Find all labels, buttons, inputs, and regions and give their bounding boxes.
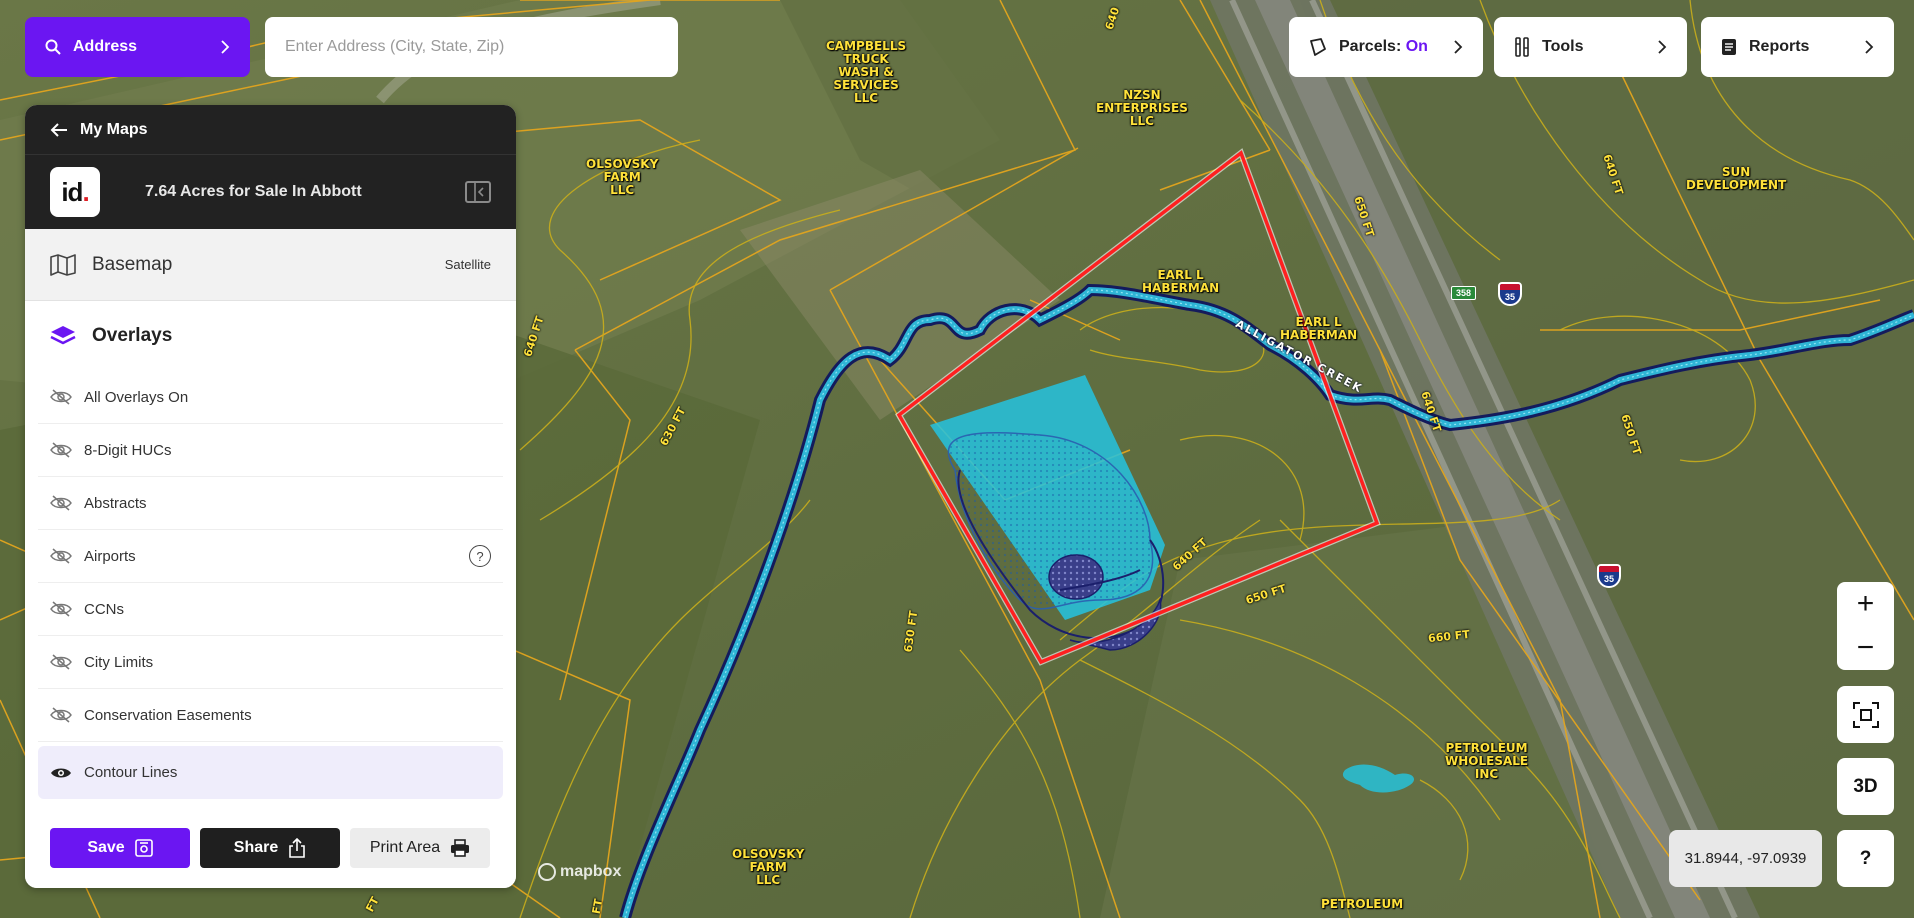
overlay-item-conservation-easements[interactable]: Conservation Easements [38, 689, 503, 742]
collapse-panel-icon[interactable] [465, 181, 491, 203]
eye-off-icon [50, 654, 72, 670]
map-title: 7.64 Acres for Sale In Abbott [145, 183, 362, 200]
overlay-item-label: City Limits [84, 653, 154, 671]
printer-icon [451, 839, 470, 857]
share-icon [289, 838, 306, 858]
contour-label: FT [589, 897, 606, 916]
back-label: My Maps [80, 120, 148, 138]
parcels-state: On [1405, 38, 1428, 55]
interstate-shield: 35 [1498, 282, 1522, 306]
chevron-right-icon [1658, 40, 1667, 54]
address-search-input[interactable] [265, 17, 678, 77]
back-to-my-maps-button[interactable]: My Maps [25, 105, 516, 155]
state-highway-shield: 358 [1451, 286, 1477, 300]
print-area-button[interactable]: Print Area [350, 828, 490, 868]
mapbox-attribution[interactable]: mapbox [538, 863, 621, 881]
overlay-item-ccns[interactable]: CCNs [38, 583, 503, 636]
parcel-shape-icon [1310, 38, 1326, 56]
3d-toggle-button[interactable]: 3D [1837, 758, 1894, 815]
map-layers-panel: My Maps id. 7.64 Acres for Sale In Abbot… [25, 105, 516, 888]
basemap-selector[interactable]: Basemap Satellite [25, 229, 516, 301]
zoom-controls: + − [1837, 582, 1894, 670]
overlay-item-label: All Overlays On [84, 388, 189, 406]
eye-off-icon [50, 389, 72, 405]
owner-label: OLSOVSKY FARM LLC [732, 847, 805, 887]
overlay-item-label: Contour Lines [84, 764, 178, 781]
overlay-item-label: 8-Digit HUCs [84, 441, 172, 459]
overlay-item-label: Airports [84, 547, 136, 565]
owner-label: OLSOVSKY FARM LLC [586, 157, 659, 197]
overlay-item-all-overlays[interactable]: All Overlays On [38, 371, 503, 424]
share-button[interactable]: Share [200, 828, 340, 868]
overlay-item-contour-lines[interactable]: Contour Lines [38, 746, 503, 799]
tools-button[interactable]: Tools [1494, 17, 1687, 77]
overlay-item-label: CCNs [84, 600, 124, 618]
owner-label: EARL L HABERMAN [1142, 268, 1220, 295]
interstate-shield: 35 [1597, 564, 1621, 588]
tools-label: Tools [1542, 38, 1584, 55]
mapbox-logo-icon [538, 863, 556, 881]
overlay-item-label: Conservation Easements [84, 706, 252, 724]
basemap-value: Satellite [444, 257, 491, 272]
reports-button[interactable]: Reports [1701, 17, 1894, 77]
parcels-toggle-button[interactable]: Parcels: On [1289, 17, 1483, 77]
overlay-item-city-limits[interactable]: City Limits [38, 636, 503, 689]
help-button[interactable]: ? [1837, 830, 1894, 887]
chevron-right-icon [1454, 40, 1463, 54]
airports-info-button[interactable]: ? [469, 545, 491, 567]
chevron-right-icon [221, 40, 230, 54]
owner-label: EARL L HABERMAN [1280, 315, 1358, 342]
overlays-header: Overlays [25, 301, 516, 371]
eye-icon [51, 768, 71, 777]
basemap-label: Basemap [92, 253, 173, 275]
save-icon [134, 839, 153, 857]
eye-off-icon [50, 601, 72, 617]
zoom-out-button[interactable]: − [1837, 626, 1894, 670]
panel-collapse-arrow-icon [474, 183, 484, 201]
overlay-list: All Overlays On 8-Digit HUCs Abstracts A… [25, 371, 516, 799]
reports-label: Reports [1749, 38, 1810, 55]
eye-off-icon [50, 442, 72, 458]
save-button[interactable]: Save [50, 828, 190, 868]
parcels-label: Parcels: [1339, 38, 1402, 55]
map-title-row: id. 7.64 Acres for Sale In Abbott [25, 155, 516, 229]
owner-label: CAMPBELLS TRUCK WASH & SERVICES LLC [826, 39, 907, 105]
report-document-icon [1722, 39, 1736, 55]
overlay-item-8-digit-hucs[interactable]: 8-Digit HUCs [38, 424, 503, 477]
panel-header: My Maps id. 7.64 Acres for Sale In Abbot… [25, 105, 516, 229]
owner-label: SUN DEVELOPMENT [1686, 165, 1787, 192]
search-icon [45, 39, 61, 55]
tools-icon [1515, 37, 1529, 57]
overlay-item-label: Abstracts [84, 494, 147, 512]
layers-icon [50, 326, 76, 345]
overlays-label: Overlays [92, 325, 173, 346]
chevron-right-icon [1865, 40, 1874, 54]
owner-label: NZSN ENTERPRISES LLC [1096, 88, 1188, 128]
fit-bounds-icon [1852, 701, 1879, 728]
address-search-mode-button[interactable]: Address [25, 17, 250, 77]
map-fold-icon [50, 253, 76, 276]
zoom-in-button[interactable]: + [1837, 582, 1894, 626]
address-mode-label: Address [73, 38, 138, 55]
eye-off-icon [50, 707, 72, 723]
panel-footer: Save Share Print Area [25, 808, 516, 888]
eye-off-icon [50, 495, 72, 511]
overlay-item-abstracts[interactable]: Abstracts [38, 477, 503, 530]
owner-label: PETROLEUM WHOLESALE INC [1445, 741, 1529, 781]
eye-off-icon [50, 548, 72, 564]
coordinates-readout: 31.8944, -97.0939 [1669, 830, 1822, 887]
fit-bounds-button[interactable] [1837, 686, 1894, 743]
id-logo: id. [50, 167, 100, 217]
arrow-left-icon [50, 122, 67, 137]
owner-label: PETROLEUM [1321, 897, 1404, 911]
overlay-item-airports[interactable]: Airports ? [38, 530, 503, 583]
